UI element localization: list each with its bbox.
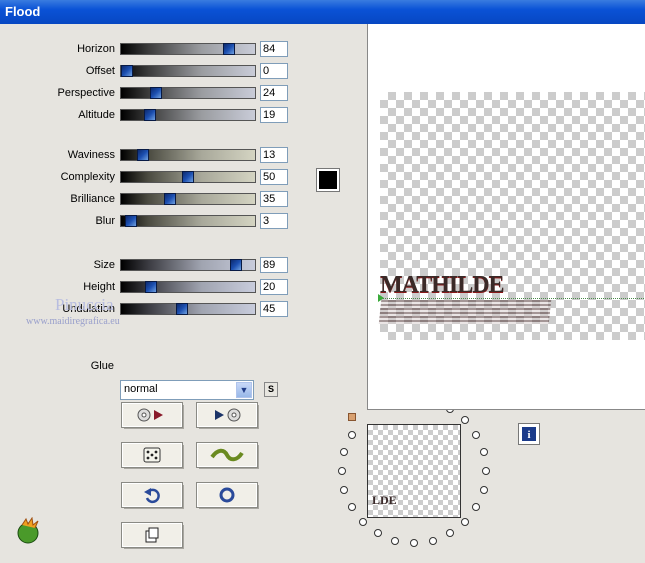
info-icon: i: [522, 427, 536, 441]
offset-slider[interactable]: [120, 65, 256, 77]
nav-dot[interactable]: [374, 529, 382, 538]
nav-dot[interactable]: [479, 485, 488, 494]
horizon-line[interactable]: [380, 298, 645, 299]
slider-thumb[interactable]: [164, 193, 176, 205]
thumbnail-corner-handle[interactable]: [348, 413, 356, 421]
wave-button[interactable]: [196, 442, 258, 468]
glue-value: normal: [124, 383, 158, 395]
nav-dot[interactable]: [347, 431, 356, 439]
undo-icon: [144, 488, 160, 504]
window-title: Flood: [5, 4, 41, 19]
slider-label: Altitude: [78, 109, 115, 121]
blur-slider[interactable]: [120, 215, 256, 227]
watermark-name: Pinuccia: [55, 295, 114, 314]
thumbnail-preview[interactable]: LDE: [367, 424, 461, 518]
nav-dot[interactable]: [460, 416, 469, 425]
perspective-value-input[interactable]: 24: [260, 85, 288, 101]
horizon-slider[interactable]: [120, 43, 256, 55]
slider-label: Perspective: [57, 87, 115, 99]
slider-thumb[interactable]: [121, 65, 133, 77]
copy-button[interactable]: [121, 522, 183, 548]
reset-button[interactable]: [196, 482, 258, 508]
horizon-marker-icon[interactable]: [378, 294, 384, 302]
title-bar: Flood: [0, 0, 645, 24]
waviness-value-input[interactable]: 13: [260, 147, 288, 163]
slider-label: Offset: [85, 65, 115, 77]
nav-dot[interactable]: [428, 536, 437, 545]
copy-icon: [145, 527, 159, 543]
blur-value-input[interactable]: 3: [260, 213, 288, 229]
plugin-logo-icon: [17, 517, 39, 544]
svg-text:i: i: [527, 429, 530, 441]
complexity-value-input[interactable]: 50: [260, 169, 288, 185]
thumbnail-text: LDE: [372, 493, 397, 507]
nav-dot[interactable]: [359, 517, 368, 526]
slider-label: Complexity: [60, 171, 115, 183]
slider-thumb[interactable]: [144, 109, 156, 121]
slider-label: Waviness: [67, 149, 115, 161]
slider-thumb[interactable]: [182, 171, 194, 183]
size-value-input[interactable]: 89: [260, 257, 288, 273]
slider-thumb[interactable]: [230, 259, 242, 271]
nav-dot[interactable]: [338, 467, 346, 475]
slider-thumb[interactable]: [145, 281, 157, 293]
altitude-slider[interactable]: [120, 109, 256, 121]
slider-label: Horizon: [77, 43, 115, 55]
dice-icon: [143, 447, 161, 463]
random-button[interactable]: [121, 442, 183, 468]
perspective-slider[interactable]: [120, 87, 256, 99]
size-slider[interactable]: [120, 259, 256, 271]
color-swatch[interactable]: [316, 168, 340, 192]
main-preview[interactable]: MATHILDE: [367, 24, 645, 410]
slider-label: Brilliance: [70, 193, 115, 205]
flood-reflection: [378, 300, 552, 324]
nav-dot[interactable]: [460, 517, 469, 526]
brilliance-slider[interactable]: [120, 193, 256, 205]
play-backward-icon: [215, 408, 241, 422]
nav-dot[interactable]: [482, 467, 490, 475]
undulation-value-input[interactable]: 45: [260, 301, 288, 317]
info-button[interactable]: i: [518, 423, 540, 445]
s-button[interactable]: S: [264, 382, 278, 397]
nav-dot[interactable]: [472, 431, 481, 439]
slider-label: Size: [93, 259, 115, 271]
complexity-slider[interactable]: [120, 171, 256, 183]
reset-icon: [219, 487, 235, 503]
undulation-slider[interactable]: [120, 303, 256, 315]
slider-thumb[interactable]: [150, 87, 162, 99]
nav-dot[interactable]: [479, 448, 488, 457]
nav-dot[interactable]: [472, 503, 481, 511]
altitude-value-input[interactable]: 19: [260, 107, 288, 123]
play-backward-button[interactable]: [196, 402, 258, 428]
slider-thumb[interactable]: [176, 303, 188, 315]
slider-label: Blur: [95, 215, 115, 227]
play-forward-button[interactable]: [121, 402, 183, 428]
preview-text: MATHILDE: [380, 272, 505, 298]
nav-dot[interactable]: [340, 485, 349, 494]
slider-thumb[interactable]: [125, 215, 137, 227]
height-value-input[interactable]: 20: [260, 279, 288, 295]
nav-dot[interactable]: [391, 536, 400, 545]
watermark-url: www.maidiregrafica.eu: [26, 316, 120, 327]
nav-dot[interactable]: [446, 529, 454, 538]
slider-label: Height: [83, 281, 115, 293]
nav-dot[interactable]: [340, 448, 349, 457]
height-slider[interactable]: [120, 281, 256, 293]
play-forward-icon: [137, 408, 163, 422]
nav-dot[interactable]: [347, 503, 356, 511]
slider-thumb[interactable]: [137, 149, 149, 161]
offset-value-input[interactable]: 0: [260, 63, 288, 79]
chevron-down-icon[interactable]: ▼: [236, 382, 252, 398]
nav-dot[interactable]: [410, 539, 418, 547]
waviness-slider[interactable]: [120, 149, 256, 161]
brilliance-value-input[interactable]: 35: [260, 191, 288, 207]
slider-thumb[interactable]: [223, 43, 235, 55]
horizon-value-input[interactable]: 84: [260, 41, 288, 57]
undo-button[interactable]: [121, 482, 183, 508]
wave-icon: [210, 448, 244, 462]
glue-select[interactable]: normal ▼: [120, 380, 254, 400]
glue-label: Glue: [90, 360, 114, 372]
